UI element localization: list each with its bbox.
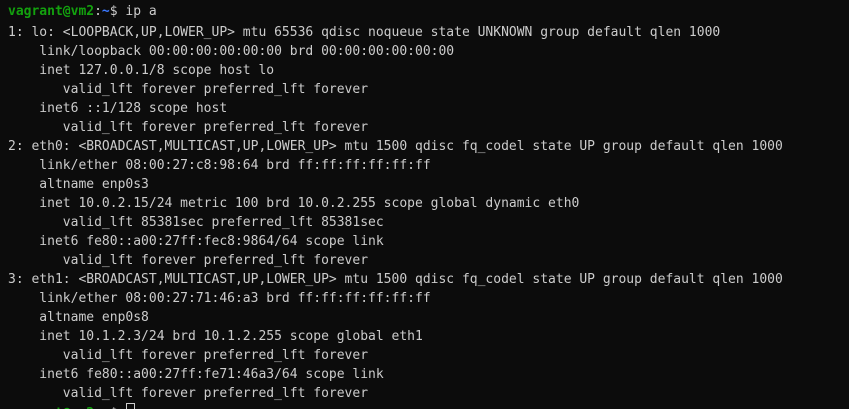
output-line: inet6 ::1/128 scope host [8,101,228,116]
prompt-user-host: vagrant@vm2 [8,4,95,19]
command-line: vagrant@vm2:~$ ip a [8,2,849,21]
output-line: link/ether 08:00:27:71:46:a3 brd ff:ff:f… [8,291,431,306]
prompt-path: ~ [101,4,110,19]
prompt-separator: : [94,4,102,19]
output-line: inet 127.0.0.1/8 scope host lo [8,63,275,78]
text-cursor[interactable] [126,403,136,409]
output-line: altname enp0s3 [8,177,149,192]
active-prompt-line[interactable]: vagrant@vm2:~$ [8,403,849,409]
output-line: 1: lo: <LOOPBACK,UP,LOWER_UP> mtu 65536 … [8,25,721,40]
terminal-window[interactable]: vagrant@vm2:~$ ip a 1: lo: <LOOPBACK,UP,… [0,0,849,409]
output-line: inet 10.1.2.3/24 brd 10.1.2.255 scope gl… [8,329,423,344]
output-line: inet6 fe80::a00:27ff:fe71:46a3/64 scope … [8,367,384,382]
output-line: valid_lft forever preferred_lft forever [8,82,369,97]
output-line: altname enp0s8 [8,310,149,325]
prompt-symbol: $ [109,4,126,19]
output-line: link/loopback 00:00:00:00:00:00 brd 00:0… [8,44,455,59]
output-line: 2: eth0: <BROADCAST,MULTICAST,UP,LOWER_U… [8,139,783,154]
output-line: valid_lft 85381sec preferred_lft 85381se… [8,215,384,230]
output-line: valid_lft forever preferred_lft forever [8,253,369,268]
output-line: link/ether 08:00:27:c8:98:64 brd ff:ff:f… [8,158,431,173]
command-text: ip a [125,4,157,19]
output-line: valid_lft forever preferred_lft forever [8,120,369,135]
output-line: valid_lft forever preferred_lft forever [8,348,369,363]
output-line: inet 10.0.2.15/24 metric 100 brd 10.0.2.… [8,196,580,211]
output-line: 3: eth1: <BROADCAST,MULTICAST,UP,LOWER_U… [8,272,783,287]
output-line: valid_lft forever preferred_lft forever [8,386,369,401]
output-line: inet6 fe80::a00:27ff:fec8:9864/64 scope … [8,234,384,249]
command-output: 1: lo: <LOOPBACK,UP,LOWER_UP> mtu 65536 … [8,23,849,403]
